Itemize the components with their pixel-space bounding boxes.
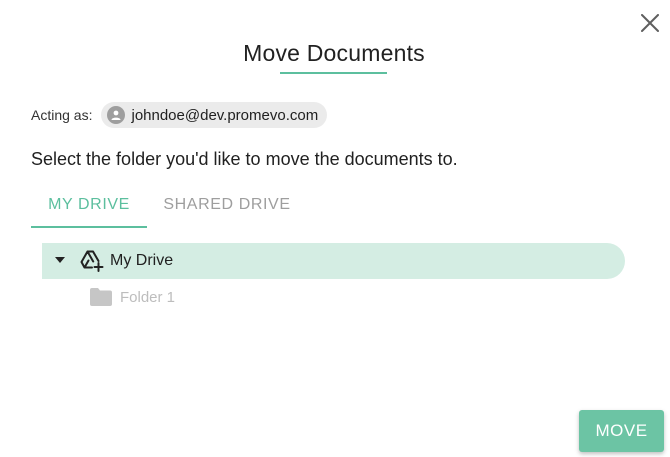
acting-as-row: Acting as: johndoe@dev.promevo.com (31, 102, 328, 128)
user-chip[interactable]: johndoe@dev.promevo.com (101, 102, 328, 128)
close-button[interactable] (638, 11, 662, 35)
title-underline (280, 72, 387, 74)
folder-label: Folder 1 (120, 288, 176, 306)
tree-item-my-drive[interactable]: My Drive (42, 243, 625, 279)
move-button[interactable]: MOVE (579, 410, 664, 452)
tab-shared-drive[interactable]: SHARED DRIVE (147, 183, 307, 227)
tree-item-folder-1[interactable]: Folder 1 (89, 286, 175, 308)
caret-down-icon[interactable] (55, 257, 65, 263)
active-tab-indicator (31, 226, 147, 228)
instruction-text: Select the folder you'd like to move the… (31, 149, 458, 169)
close-icon (641, 14, 659, 32)
tree-item-label: My Drive (110, 252, 174, 269)
add-to-drive-icon (80, 250, 104, 272)
acting-as-label: Acting as: (31, 107, 93, 123)
user-email: johndoe@dev.promevo.com (131, 106, 319, 124)
person-icon (107, 106, 126, 124)
dialog-title: Move Documents (243, 40, 425, 66)
move-documents-dialog: Move Documents Acting as: johndoe@dev.pr… (0, 0, 670, 457)
tab-my-drive[interactable]: MY DRIVE (31, 183, 147, 227)
folder-icon (90, 288, 112, 306)
